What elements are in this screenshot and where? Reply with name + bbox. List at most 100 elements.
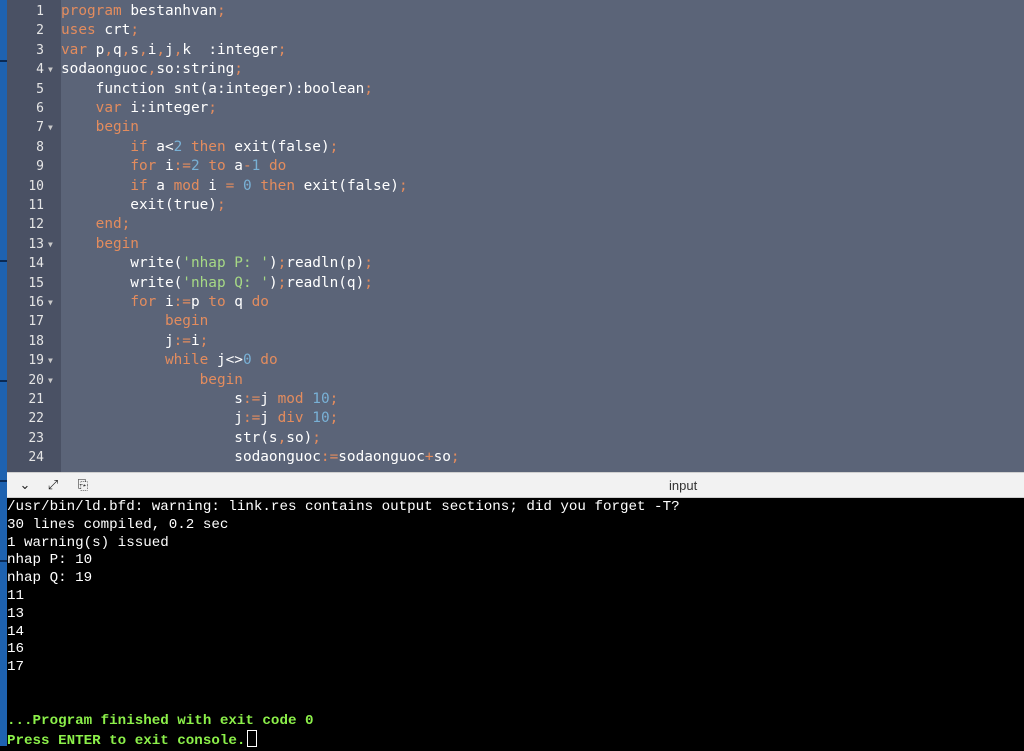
- fold-arrow-icon[interactable]: ▼: [48, 351, 53, 370]
- code-token: var: [61, 41, 87, 58]
- text-cursor[interactable]: [247, 730, 258, 748]
- code-line[interactable]: 17 begin: [7, 312, 1024, 331]
- code-text: begin: [61, 118, 139, 137]
- code-text: begin: [61, 371, 243, 390]
- code-line[interactable]: 18 j:=i;: [7, 332, 1024, 351]
- line-number: 8: [36, 139, 44, 155]
- code-token: j: [165, 41, 174, 58]
- code-token: var: [95, 100, 122, 116]
- console-line: 30 lines compiled, 0.2 sec: [7, 517, 228, 535]
- code-line[interactable]: 16 ▼ for i:=p to q do: [7, 293, 1024, 312]
- chevron-down-icon[interactable]: ⌄: [17, 478, 33, 494]
- code-token: ;: [277, 255, 287, 272]
- fold-arrow-icon[interactable]: ▼: [48, 118, 53, 137]
- code-line[interactable]: 5 function snt(a:integer):boolean;: [7, 80, 1024, 99]
- code-line[interactable]: 20 ▼ begin: [7, 371, 1024, 390]
- clipboard-icon[interactable]: ⎘: [75, 478, 91, 494]
- code-token: ;: [364, 255, 373, 272]
- code-line[interactable]: 24 sodaonguoc:=sodaonguoc+so;: [7, 448, 1024, 467]
- console-text: 13: [7, 605, 25, 622]
- code-text: for i:=p to q do: [61, 293, 269, 312]
- code-token: a: [225, 158, 243, 175]
- fold-arrow-icon[interactable]: ▼: [48, 60, 53, 79]
- code-token: 'nhap Q: ': [182, 274, 269, 291]
- code-token: 2: [190, 158, 200, 175]
- code-token: j: [260, 410, 278, 427]
- code-token: ;: [121, 216, 131, 233]
- code-token: ,: [147, 61, 157, 78]
- console-line: ...Program finished with exit code 0: [7, 713, 314, 731]
- code-token: a: [147, 177, 174, 194]
- line-number: 5: [36, 81, 44, 97]
- code-token: begin: [95, 235, 139, 252]
- left-window-strip: [0, 0, 7, 746]
- code-line[interactable]: 15 write('nhap Q: ');readln(q);: [7, 274, 1024, 293]
- console-line: 1 warning(s) issued: [7, 535, 169, 553]
- console-line: 17: [7, 659, 24, 677]
- code-token: ;: [208, 100, 217, 116]
- code-token: readln(p): [286, 255, 365, 272]
- code-line[interactable]: 1 program bestanhvan;: [7, 2, 1024, 21]
- code-token: begin: [199, 371, 243, 388]
- code-line[interactable]: 8 if a<2 then exit(false);: [7, 138, 1024, 157]
- console-line: 13: [7, 606, 24, 624]
- console-text: /usr/bin/ld.bfd: warning: link.res conta…: [7, 499, 680, 515]
- input-tab-label[interactable]: input: [669, 478, 697, 493]
- expand-icon[interactable]: ⤢: [45, 478, 61, 494]
- fold-arrow-icon[interactable]: ▼: [48, 371, 53, 390]
- code-token: :=: [242, 391, 261, 407]
- code-line[interactable]: 11 exit(true);: [7, 196, 1024, 215]
- code-line[interactable]: 3 var p,q,s,i,j,k :integer;: [7, 41, 1024, 60]
- code-token: div: [277, 410, 304, 427]
- code-text: uses crt;: [61, 21, 139, 40]
- code-line[interactable]: 9 for i:=2 to a-1 do: [7, 157, 1024, 176]
- code-line[interactable]: 6 var i:integer;: [7, 99, 1024, 118]
- code-token: if: [130, 138, 148, 155]
- console-line: 14: [7, 624, 24, 642]
- code-line[interactable]: 12 end;: [7, 215, 1024, 234]
- code-token: p: [190, 294, 209, 310]
- code-token: p: [87, 41, 105, 58]
- strip-marker: [0, 380, 7, 382]
- code-line[interactable]: 14 write('nhap P: ');readln(p);: [7, 254, 1024, 273]
- output-console[interactable]: /usr/bin/ld.bfd: warning: link.res conta…: [7, 498, 1024, 750]
- line-number: 4: [36, 62, 44, 78]
- code-token: i: [190, 332, 200, 349]
- code-token: for: [130, 158, 157, 175]
- code-token: 10: [312, 391, 330, 407]
- console-text: 30 lines compiled, 0.2 sec: [7, 516, 229, 533]
- console-text: 14: [7, 623, 25, 640]
- code-token: =: [225, 177, 235, 194]
- code-token: ;: [312, 429, 321, 446]
- fold-arrow-icon[interactable]: ▼: [48, 293, 53, 312]
- code-line[interactable]: 21 s:=j mod 10;: [7, 390, 1024, 409]
- code-line[interactable]: 4 ▼ sodaonguoc,so:string;: [7, 60, 1024, 79]
- fold-arrow-icon[interactable]: ▼: [48, 235, 53, 254]
- code-token: str(s: [61, 429, 278, 446]
- code-token: begin: [95, 119, 139, 136]
- code-line[interactable]: 19 ▼ while j<>0 do: [7, 351, 1024, 370]
- code-token: i: [156, 158, 174, 175]
- code-editor[interactable]: 1 program bestanhvan; 2 uses crt; 3 var p,q,s…: [7, 0, 1024, 472]
- code-token: 10: [312, 410, 330, 427]
- code-token: so): [286, 429, 313, 446]
- console-line: 11: [7, 588, 24, 606]
- code-line[interactable]: 13 ▼ begin: [7, 235, 1024, 254]
- line-number: 2: [36, 23, 44, 39]
- line-number: 20: [28, 372, 44, 388]
- code-token: for: [130, 294, 157, 310]
- code-line[interactable]: 23 str(s,so);: [7, 429, 1024, 448]
- code-line[interactable]: 22 j:=j div 10;: [7, 409, 1024, 428]
- code-token: exit(true): [61, 197, 217, 213]
- code-line[interactable]: 2 uses crt;: [7, 21, 1024, 40]
- code-line[interactable]: 7 ▼ begin: [7, 118, 1024, 137]
- code-line[interactable]: 10 if a mod i = 0 then exit(false);: [7, 177, 1024, 196]
- line-number: 24: [28, 450, 44, 466]
- console-text: Press ENTER to exit console.: [7, 733, 246, 750]
- code-token: ;: [329, 138, 339, 155]
